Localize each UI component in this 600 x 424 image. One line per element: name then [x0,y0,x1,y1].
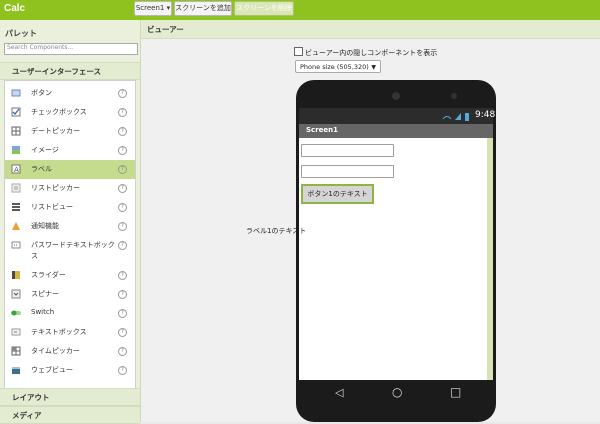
item-label: ラベル [31,165,52,173]
category-media[interactable]: メディア [0,406,140,424]
item-label: Switch [31,308,55,316]
checkbox-icon [11,107,21,117]
item-label: テキストボックス [31,328,87,336]
palette-item-spinner[interactable]: スピナー ? [5,285,135,304]
palette-item-notifier[interactable]: 通知機能 ? [5,217,135,236]
top-bar [0,0,600,20]
checkbox-label: ビューアー内の隠しコンポーネントを表示 [305,49,438,57]
palette-item-switch[interactable]: Switch ? [5,304,135,323]
phone-button-1[interactable]: ボタン1のテキスト [301,184,374,204]
phone-status-bar [299,108,493,124]
category-ui-label: ユーザーインターフェース [12,67,102,76]
help-icon[interactable]: ? [118,271,127,280]
item-label: チェックボックス [31,108,87,116]
screen-select-button[interactable]: Screen1 ▾ [134,1,172,16]
palette-item-checkbox[interactable]: チェックボックス ? [5,103,135,122]
calendar-icon [11,126,21,136]
item-label: パスワードテキストボック [31,241,115,249]
dragged-label[interactable]: ラベル1のテキスト [246,226,306,236]
list-picker-icon [11,183,21,193]
help-icon[interactable]: ? [118,328,127,337]
palette-item-list-picker[interactable]: リストピッカー ? [5,179,135,198]
category-user-interface[interactable]: ユーザーインターフェース [0,62,140,80]
palette-item-list-view[interactable]: リストビュー ? [5,198,135,217]
item-label: スライダー [31,271,66,279]
help-icon[interactable]: ? [118,222,127,231]
item-label: デートピッカー [31,127,80,135]
clock-icon [11,346,21,356]
category-media-label: メディア [12,411,42,420]
palette-header: パレット [0,25,140,41]
palette-item-label[interactable]: A ラベル ? [5,160,135,179]
item-label: タイムピッカー [31,347,80,355]
nav-recent-icon[interactable]: □ [450,385,461,399]
item-label: ボタン [31,89,52,97]
textbox-icon [11,327,21,337]
help-icon[interactable]: ? [118,89,127,98]
app-title: Calc [4,3,26,14]
nav-home-icon[interactable]: ○ [392,385,402,399]
list-view-icon [11,202,21,212]
viewer-title: ビューアー [147,25,184,34]
help-icon[interactable]: ? [118,290,127,299]
screen-title: Screen1 [306,126,338,134]
help-icon[interactable]: ? [118,146,127,155]
item-label: スピナー [31,290,59,298]
label-icon: A [11,164,21,174]
item-label-continued: ス [31,252,38,260]
component-list: ボタン ? チェックボックス ? デートピッカー ? イメージ ? A ラベル … [4,80,136,389]
help-icon[interactable]: ? [118,241,127,250]
help-icon[interactable]: ? [118,108,127,117]
screen-title-bar: Screen1 [299,124,493,138]
search-input[interactable]: Search Components... [4,43,138,55]
screen-scrollbar[interactable] [487,138,493,380]
palette-item-slider[interactable]: スライダー ? [5,266,135,285]
textbox-2[interactable] [301,165,394,178]
help-icon[interactable]: ? [118,309,127,318]
globe-icon [11,365,21,375]
palette-item-image[interactable]: イメージ ? [5,141,135,160]
show-hidden-components-checkbox[interactable]: ビューアー内の隠しコンポーネントを表示 [294,47,437,58]
palette-item-date-picker[interactable]: デートピッカー ? [5,122,135,141]
phone-nav-bar: ◁ ○ □ [299,380,493,407]
phone-screen [299,124,493,380]
item-label: イメージ [31,146,59,154]
item-label: ウェブビュー [31,366,73,374]
add-screen-button[interactable]: スクリーンを追加 [174,1,232,16]
switch-icon [11,308,21,318]
phone-size-select[interactable]: Phone size (505,320) ▼ [295,60,381,73]
password-icon [11,240,21,250]
viewer-header: ビューアー [141,20,600,39]
checkbox-box[interactable] [294,47,303,56]
palette-item-web-viewer[interactable]: ウェブビュー ? [5,361,135,380]
warning-icon [11,221,21,231]
spinner-icon [11,289,21,299]
palette-item-time-picker[interactable]: タイムピッカー ? [5,342,135,361]
help-icon[interactable]: ? [118,127,127,136]
palette-item-button[interactable]: ボタン ? [5,84,135,103]
svg-text:A: A [14,166,19,174]
palette-item-password-textbox[interactable]: パスワードテキストボック ス ? [5,236,135,266]
help-icon[interactable]: ? [118,184,127,193]
item-label: リストピッカー [31,184,80,192]
status-time: 9:48 [475,110,496,120]
palette-item-textbox[interactable]: テキストボックス ? [5,323,135,342]
item-label: リストビュー [31,203,73,211]
category-layout-label: レイアウト [12,393,50,402]
category-layout[interactable]: レイアウト [0,388,140,406]
button-icon [11,88,21,98]
image-icon [11,145,21,155]
phone-size-value: Phone size (505,320) [300,63,369,71]
help-icon[interactable]: ? [118,165,127,174]
slider-icon [11,270,21,280]
nav-back-icon[interactable]: ◁ [335,386,343,399]
help-icon[interactable]: ? [118,366,127,375]
palette-title: パレット [5,29,37,38]
item-label: 通知機能 [31,222,59,230]
textbox-1[interactable] [301,144,394,157]
help-icon[interactable]: ? [118,347,127,356]
remove-screen-button[interactable]: スクリーンを削除 [234,1,294,16]
chevron-down-icon: ▼ [371,64,376,71]
help-icon[interactable]: ? [118,203,127,212]
